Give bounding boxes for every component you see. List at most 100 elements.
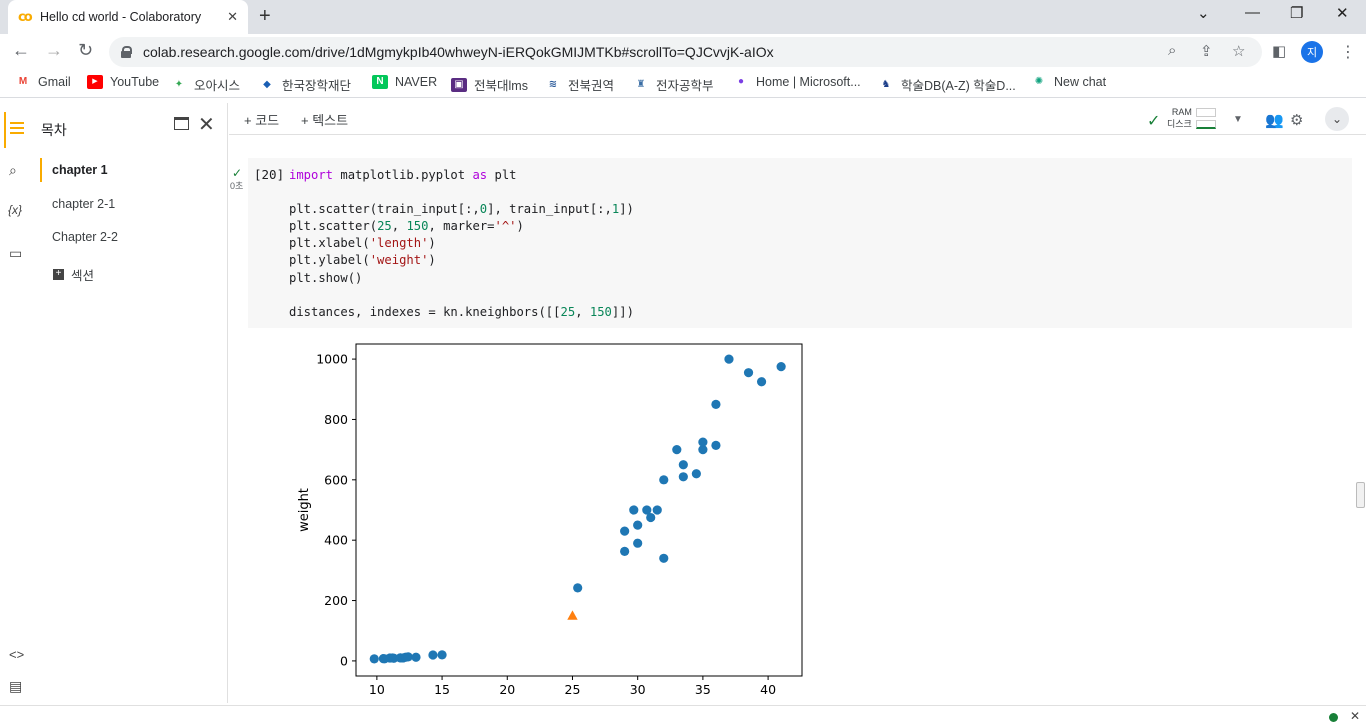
bookmark-academic-db[interactable]: ♞ 학술DB(A-Z) 학술D... [878,75,1016,94]
bookmark-naver[interactable]: N NAVER [372,75,437,89]
scatter-point [633,520,643,530]
scatter-point [437,650,447,660]
y-tick-label: 1000 [316,352,348,367]
back-icon[interactable]: ← [12,40,30,61]
reload-icon[interactable]: ↻ [78,40,93,61]
bookmark-new-chat[interactable]: ✺ New chat [1031,75,1106,89]
jbnu-lms-icon: ▣ [451,77,467,92]
chevron-down-icon: ⌄ [1331,112,1343,126]
add-code-button[interactable]: + 코드 [244,110,279,129]
plot-axes-frame [355,343,803,677]
command-palette-icon[interactable]: ▤ [9,678,22,695]
variables-icon[interactable]: {x} [8,203,22,217]
bookmark-label: 전북권역 [568,79,615,93]
y-tick-label: 800 [324,412,348,427]
bookmark-youtube[interactable]: ▶ YouTube [87,75,159,89]
browser-menu-icon[interactable]: ⋮ [1340,42,1356,62]
browser-tab[interactable]: co Hello cd world - Colaboratory ✕ [8,0,248,34]
colab-logo-icon: co [18,9,33,25]
add-text-button[interactable]: + 텍스트 [301,110,348,129]
browser-tab-strip: co Hello cd world - Colaboratory ✕ + ⌄ —… [0,0,1366,34]
close-status-icon[interactable]: ✕ [1350,709,1360,723]
ram-label: RAM [1171,107,1192,117]
bookmark-label: 한국장학재단 [282,79,352,93]
files-folder-icon[interactable]: ▭ [9,245,22,262]
toc-item-chapter-2-1[interactable]: chapter 2-1 [52,197,115,211]
scatter-point [691,469,701,479]
bookmark-jeonbuk-region[interactable]: ≋ 전북권역 [545,75,614,94]
toc-item-chapter-2-2[interactable]: Chapter 2-2 [52,230,118,244]
microsoft-icon: ● [733,75,749,89]
code-snippets-icon[interactable]: <> [9,647,24,662]
toc-title: 목차 [41,122,67,138]
minimize-icon[interactable]: — [1245,4,1260,21]
y-tick-label: 0 [340,653,348,668]
browser-toolbar: ← → ↻ colab.research.google.com/drive/1d… [0,34,1366,70]
bookmarks-bar: M Gmail ▶ YouTube ✦ 오아시스 ◆ 한국장학재단 N NAVE… [0,70,1366,98]
x-tick-label: 10 [369,682,385,697]
bookmark-label: YouTube [110,75,160,89]
plus-box-icon: + [53,269,64,280]
scatter-plot: 1015202530354002004006008001000weightlen… [297,343,803,718]
restore-icon[interactable]: ❐ [1290,4,1303,22]
notebook-toolbar: + 코드 + 텍스트 ✓ RAM 디스크 ▼ 👥 ⚙ ⌄ [229,103,1366,135]
scatter-point [678,472,688,482]
y-axis-label: weight [297,488,312,532]
lock-icon[interactable] [121,46,132,58]
status-divider [0,705,1366,706]
close-tab-icon[interactable]: ✕ [227,9,238,25]
academic-db-icon: ♞ [878,77,894,92]
new-tab-icon[interactable]: + [259,5,271,28]
tab-search-icon[interactable]: ⌄ [1197,4,1210,22]
scatter-point [756,377,767,387]
profile-avatar[interactable]: 지 [1301,41,1323,63]
x-tick-label: 25 [565,682,581,697]
scrollbar-thumb[interactable] [1356,482,1365,508]
bookmark-gmail[interactable]: M Gmail [15,75,71,89]
scatter-point [672,445,682,455]
table-of-contents-icon[interactable] [10,122,24,134]
x-axis-label: length [558,703,599,704]
status-indicator-dot [1329,713,1338,722]
forward-icon[interactable]: → [45,40,63,61]
chatgpt-icon: ✺ [1031,75,1047,89]
bookmark-jbnu-lms[interactable]: ▣ 전북대lms [451,75,528,94]
scatter-point [403,652,413,662]
add-section-label: 섹션 [71,269,95,283]
add-section-button[interactable]: + 섹션 [53,265,94,284]
side-panel-icon[interactable]: ◧ [1272,42,1286,60]
scatter-point [652,505,662,515]
rail-active-indicator [4,112,6,148]
bookmark-label: 학술DB(A-Z) 학술D... [901,79,1016,93]
toc-item-chapter-1[interactable]: chapter 1 [52,163,108,177]
bookmark-kosaf[interactable]: ◆ 한국장학재단 [259,75,351,94]
bookmark-microsoft[interactable]: ● Home | Microsoft... [733,75,861,89]
close-window-icon[interactable]: ✕ [1336,4,1349,22]
bookmark-oasis[interactable]: ✦ 오아시스 [171,75,240,94]
settings-gear-icon[interactable]: ⚙ [1290,111,1303,129]
resource-monitor[interactable]: RAM 디스크 [1167,106,1216,130]
code-editor[interactable]: import matplotlib.pyplot as plt plt.scat… [289,167,634,321]
url-text: colab.research.google.com/drive/1dMgmykp… [143,44,774,60]
youtube-icon: ▶ [87,75,103,89]
disk-bar [1195,120,1216,130]
disk-label: 디스크 [1167,119,1192,129]
x-tick-label: 35 [695,682,711,697]
gmail-icon: M [15,75,31,89]
oasis-icon: ✦ [171,77,187,92]
search-icon[interactable]: ⌕ [9,162,17,179]
bookmark-star-icon[interactable]: ☆ [1232,42,1245,60]
runtime-dropdown-icon[interactable]: ▼ [1233,114,1243,125]
run-success-check-icon[interactable]: ✓ [232,166,242,180]
zoom-search-icon[interactable]: ⌕ [1168,42,1176,59]
address-bar[interactable]: colab.research.google.com/drive/1dMgmykp… [109,37,1262,67]
collapse-header-button[interactable]: ⌄ [1325,107,1349,131]
share-people-icon[interactable]: 👥 [1265,111,1284,129]
open-in-tab-icon[interactable] [174,117,189,130]
bookmark-electronics-dept[interactable]: ♜ 전자공학부 [633,75,714,94]
y-tick-label: 600 [324,472,348,487]
scatter-point [711,440,721,451]
close-icon[interactable]: ✕ [198,112,215,137]
bookmark-label: 전북대lms [474,79,528,93]
share-icon[interactable]: ⇪ [1200,42,1213,60]
